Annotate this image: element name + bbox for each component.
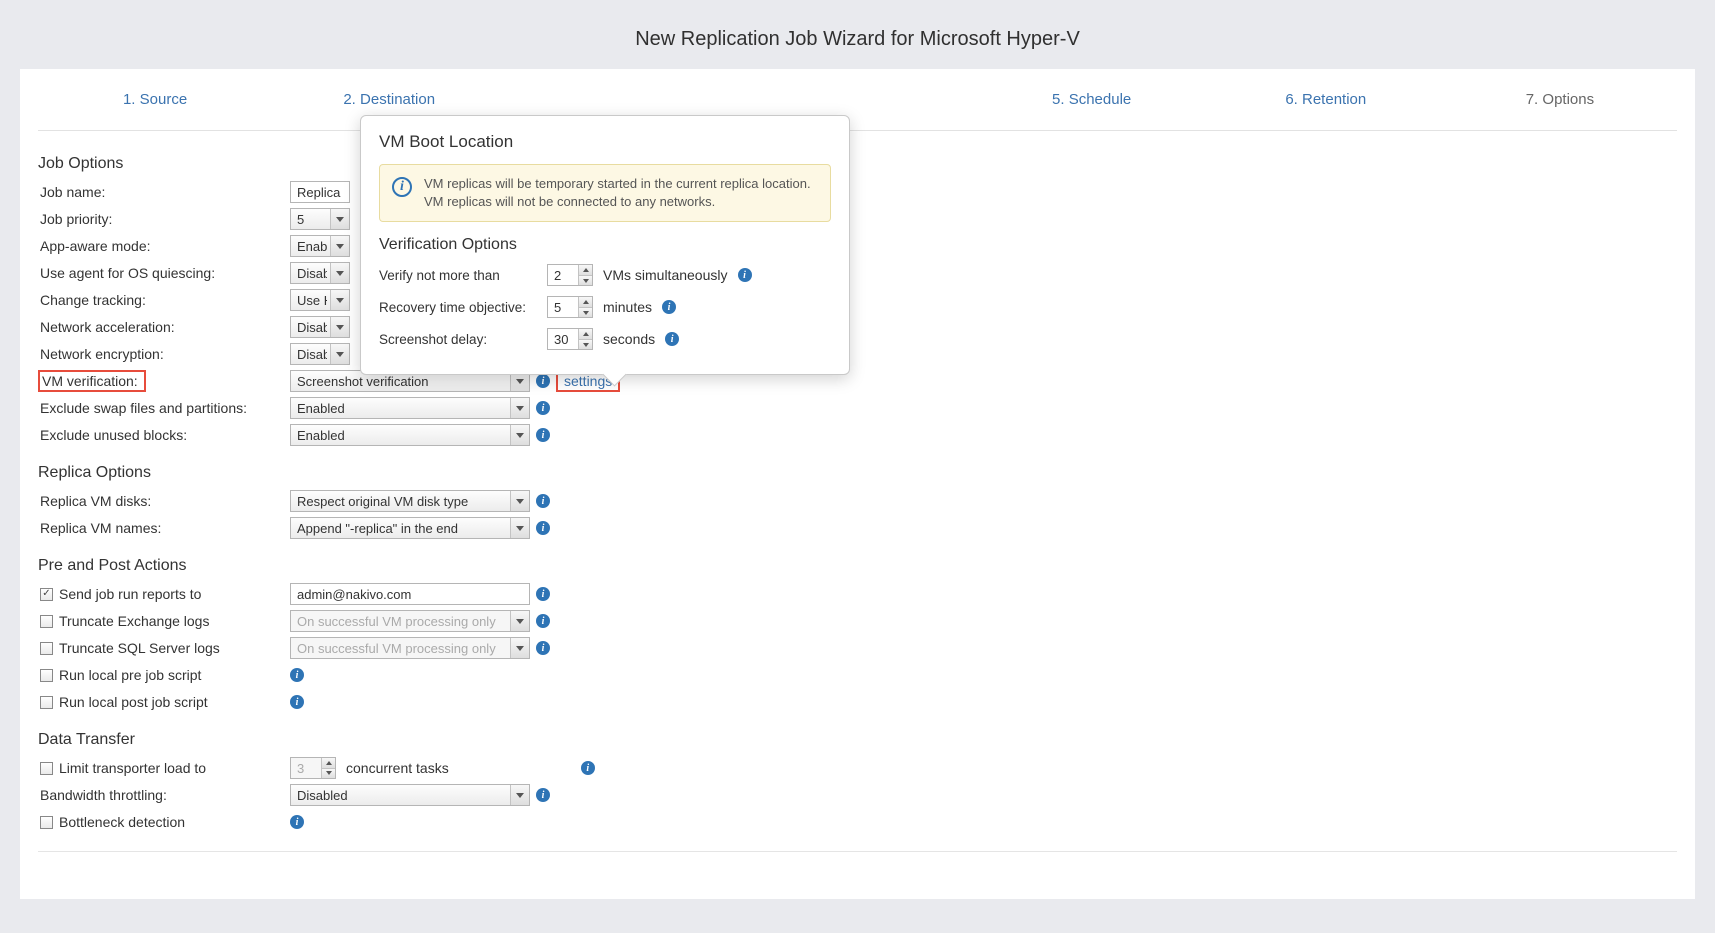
bottleneck-label: Bottleneck detection [59,814,185,830]
info-icon[interactable]: i [536,494,550,508]
verification-options-title: Verification Options [379,236,831,254]
names-select[interactable] [290,517,530,539]
info-icon[interactable]: i [536,587,550,601]
info-icon[interactable]: i [738,268,752,282]
verify-label: Verify not more than [379,268,537,283]
bandwidth-select[interactable] [290,784,530,806]
netaccel-label: Network acceleration: [38,319,290,335]
info-icon[interactable]: i [662,300,676,314]
netenc-select[interactable] [290,343,350,365]
spinner[interactable] [578,329,592,349]
info-icon[interactable]: i [536,614,550,628]
limit-suffix: concurrent tasks [346,760,449,776]
tab-schedule[interactable]: 5. Schedule [975,69,1209,130]
swap-label: Exclude swap files and partitions: [38,400,290,416]
exchange-label: Truncate Exchange logs [59,613,209,629]
appaware-label: App-aware mode: [38,238,290,254]
info-icon[interactable]: i [290,668,304,682]
job-name-label: Job name: [38,184,290,200]
sql-select [290,637,530,659]
tracking-select[interactable] [290,289,350,311]
spinner[interactable] [578,265,592,285]
netaccel-select[interactable] [290,316,350,338]
reports-checkbox[interactable] [40,588,53,601]
info-icon[interactable]: i [536,428,550,442]
prescript-label: Run local pre job script [59,667,201,683]
priority-select[interactable] [290,208,350,230]
spinner[interactable] [578,297,592,317]
disks-select[interactable] [290,490,530,512]
vmverify-label: VM verification: [38,370,146,392]
agent-label: Use agent for OS quiescing: [38,265,290,281]
appaware-select[interactable] [290,235,350,257]
tab-options[interactable]: 7. Options [1443,69,1677,130]
prescript-checkbox[interactable] [40,669,53,682]
info-icon[interactable]: i [536,374,550,388]
info-banner: i VM replicas will be temporary started … [379,164,831,222]
postscript-checkbox[interactable] [40,696,53,709]
wizard-tabs: 1. Source 2. Destination 5. Schedule 6. … [38,69,1677,131]
exchange-checkbox[interactable] [40,615,53,628]
popover-title: VM Boot Location [379,132,831,152]
info-icon[interactable]: i [536,401,550,415]
sql-checkbox[interactable] [40,642,53,655]
bottleneck-checkbox[interactable] [40,816,53,829]
swap-select[interactable] [290,397,530,419]
sql-label: Truncate SQL Server logs [59,640,220,656]
info-message: VM replicas will be temporary started in… [424,175,818,211]
prepost-title: Pre and Post Actions [38,557,1677,575]
names-label: Replica VM names: [38,520,290,536]
agent-select[interactable] [290,262,350,284]
rto-unit: minutes [603,299,652,315]
unused-label: Exclude unused blocks: [38,427,290,443]
postscript-label: Run local post job script [59,694,208,710]
tab-source[interactable]: 1. Source [38,69,272,130]
reports-email-input[interactable] [290,583,530,605]
info-icon[interactable]: i [536,788,550,802]
disks-label: Replica VM disks: [38,493,290,509]
info-icon[interactable]: i [665,332,679,346]
info-icon[interactable]: i [290,695,304,709]
reports-label: Send job run reports to [59,586,201,602]
info-icon: i [392,177,412,197]
info-icon[interactable]: i [290,815,304,829]
settings-popover: VM Boot Location i VM replicas will be t… [360,115,850,375]
tab-retention[interactable]: 6. Retention [1209,69,1443,130]
bandwidth-label: Bandwidth throttling: [38,787,290,803]
wizard-card: 1. Source 2. Destination 5. Schedule 6. … [20,69,1695,899]
info-icon[interactable]: i [536,521,550,535]
limit-checkbox[interactable] [40,762,53,775]
spinner [321,758,335,778]
limit-label: Limit transporter load to [59,760,206,776]
unused-select[interactable] [290,424,530,446]
job-name-input[interactable] [290,181,350,203]
priority-label: Job priority: [38,211,290,227]
info-icon[interactable]: i [536,641,550,655]
page-title: New Replication Job Wizard for Microsoft… [0,0,1715,69]
job-options-title: Job Options [38,155,1677,173]
delay-label: Screenshot delay: [379,332,537,347]
netenc-label: Network encryption: [38,346,290,362]
divider [38,851,1677,852]
verify-unit: VMs simultaneously [603,267,728,283]
tracking-label: Change tracking: [38,292,290,308]
delay-unit: seconds [603,331,655,347]
transfer-title: Data Transfer [38,731,1677,749]
rto-label: Recovery time objective: [379,300,537,315]
info-icon[interactable]: i [581,761,595,775]
replica-options-title: Replica Options [38,464,1677,482]
exchange-select [290,610,530,632]
